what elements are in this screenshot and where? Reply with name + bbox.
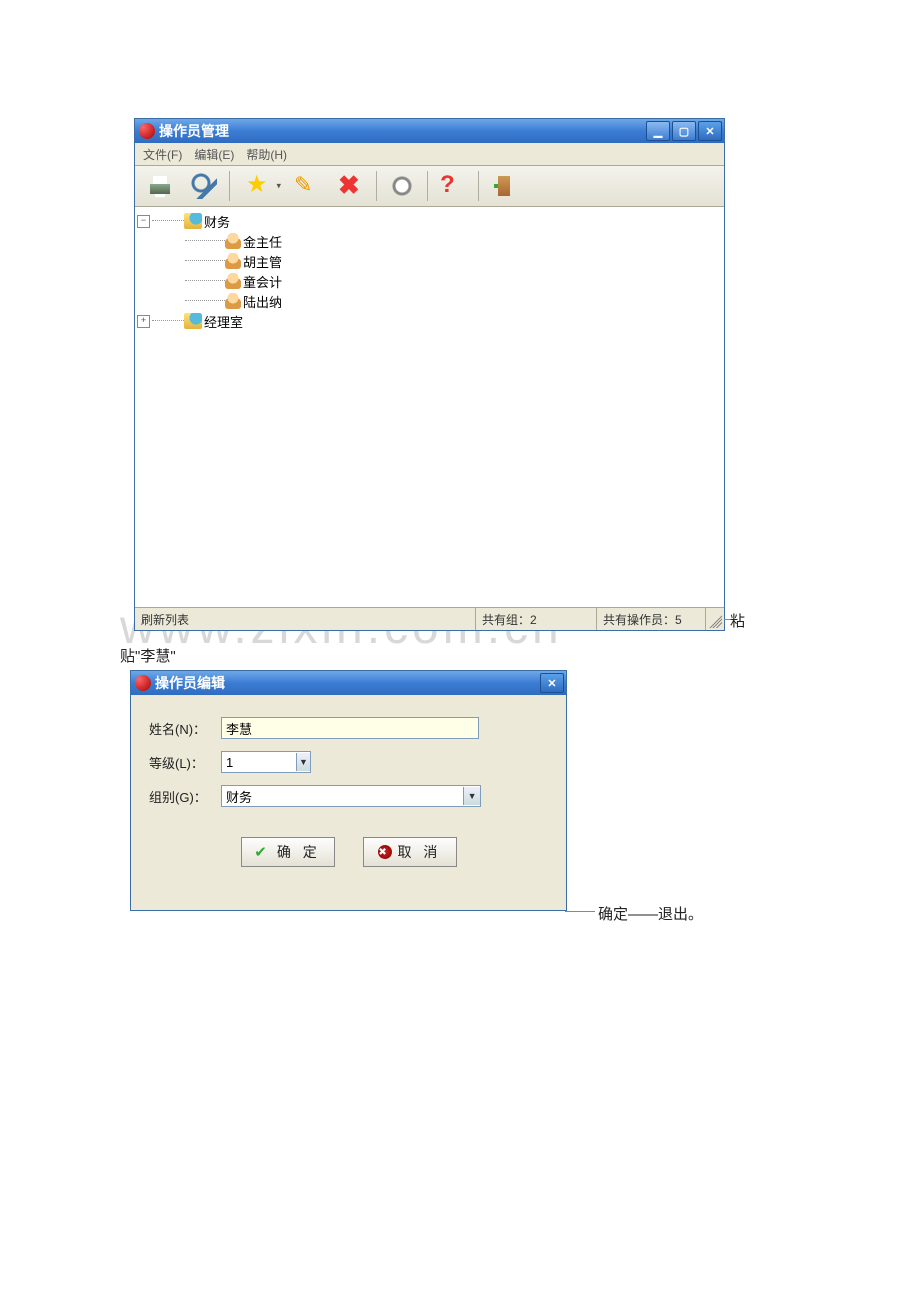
stop-icon: ✖ xyxy=(378,845,392,859)
tree-label: 财务 xyxy=(204,212,230,231)
tree-label: 经理室 xyxy=(204,312,243,331)
tree-node-user[interactable]: 金主任 xyxy=(137,231,722,251)
cancel-button-label: 取 消 xyxy=(398,842,442,862)
group-input[interactable] xyxy=(222,787,463,805)
collapse-icon[interactable]: − xyxy=(137,215,150,228)
person-icon xyxy=(225,253,241,269)
toolbar-help-button[interactable]: ? xyxy=(432,167,474,205)
statusbar: 刷新列表 共有组：2 共有操作员：5 xyxy=(135,607,724,630)
tree-connector xyxy=(152,220,184,222)
menu-edit[interactable]: 编辑(E) xyxy=(188,144,240,165)
toolbar-separator xyxy=(427,171,428,201)
expand-icon[interactable]: + xyxy=(137,315,150,328)
tree-view[interactable]: − 财务 金主任 xyxy=(135,207,724,607)
status-groups: 共有组：2 xyxy=(476,608,597,630)
person-icon xyxy=(225,293,241,309)
group-combobox[interactable]: ▼ xyxy=(221,785,481,807)
tree-connector xyxy=(185,240,225,242)
search-icon xyxy=(191,173,217,199)
status-operators: 共有操作员：5 xyxy=(597,608,706,630)
close-button[interactable]: ✕ xyxy=(540,673,564,693)
app-icon xyxy=(135,675,151,691)
ok-button-label: 确 定 xyxy=(277,842,321,862)
app-icon xyxy=(139,123,155,139)
ok-button[interactable]: ✔ 确 定 xyxy=(241,837,335,867)
minimize-button[interactable]: ▁ xyxy=(646,121,670,141)
toolbar-new-button[interactable]: ★▾ xyxy=(234,167,284,205)
tree-node-manager-office[interactable]: + 经理室 xyxy=(137,311,722,331)
toolbar-separator xyxy=(229,171,230,201)
operator-edit-dialog: 操作员编辑 ✕ 姓名(N)： 等级(L)： ▼ 组别(G)： xyxy=(130,670,567,911)
toolbar-exit-button[interactable] xyxy=(483,167,525,205)
group-label: 组别(G)： xyxy=(149,787,221,806)
name-input[interactable] xyxy=(221,717,479,739)
toolbar-view-button[interactable] xyxy=(381,167,423,205)
tree-label: 陆出纳 xyxy=(243,292,282,311)
menu-help[interactable]: 帮助(H) xyxy=(240,144,293,165)
toolbar-search-button[interactable] xyxy=(183,167,225,205)
win2-titlebar[interactable]: 操作员编辑 ✕ xyxy=(131,671,566,695)
status-refresh[interactable]: 刷新列表 xyxy=(135,608,476,630)
watch-icon xyxy=(389,173,415,199)
chevron-down-icon[interactable]: ▼ xyxy=(296,753,310,771)
tree-node-finance[interactable]: − 财务 xyxy=(137,211,722,231)
help-icon: ? xyxy=(440,173,466,199)
tree-label: 童会计 xyxy=(243,272,282,291)
menu-file[interactable]: 文件(F) xyxy=(137,144,188,165)
print-icon xyxy=(147,173,173,199)
toolbar-separator xyxy=(478,171,479,201)
tree-connector xyxy=(185,280,225,282)
tree-node-user[interactable]: 胡主管 xyxy=(137,251,722,271)
menubar: 文件(F) 编辑(E) 帮助(H) xyxy=(135,143,724,166)
tree-connector xyxy=(185,300,225,302)
person-icon xyxy=(225,273,241,289)
form-body: 姓名(N)： 等级(L)： ▼ 组别(G)： ▼ ✔ xyxy=(131,695,566,910)
tree-label: 胡主管 xyxy=(243,252,282,271)
annotation-ok-exit: 确定——退出。 xyxy=(598,903,703,924)
person-icon xyxy=(225,233,241,249)
toolbar: ★▾ ✎ ✖ ? xyxy=(135,166,724,207)
maximize-button[interactable]: ▢ xyxy=(672,121,696,141)
annotation-paste-b: 贴"李慧" xyxy=(120,645,176,666)
name-label: 姓名(N)： xyxy=(149,719,221,738)
annotation-paste-a: 粘 xyxy=(730,610,745,631)
folder-icon xyxy=(184,313,202,329)
tree-connector xyxy=(185,260,225,262)
toolbar-separator xyxy=(376,171,377,201)
resize-grip-icon[interactable] xyxy=(706,612,722,628)
toolbar-delete-button[interactable]: ✖ xyxy=(330,167,372,205)
tree-node-user[interactable]: 陆出纳 xyxy=(137,291,722,311)
operator-management-window: 操作员管理 ▁ ▢ ✕ 文件(F) 编辑(E) 帮助(H) ★▾ ✎ ✖ ? xyxy=(134,118,725,631)
tree-connector xyxy=(152,320,184,322)
tree-node-user[interactable]: 童会计 xyxy=(137,271,722,291)
folder-icon xyxy=(184,213,202,229)
tree-label: 金主任 xyxy=(243,232,282,251)
toolbar-edit-button[interactable]: ✎ xyxy=(286,167,328,205)
check-icon: ✔ xyxy=(254,843,271,861)
annotation-connector xyxy=(565,911,595,912)
toolbar-print-button[interactable] xyxy=(139,167,181,205)
chevron-down-icon[interactable]: ▼ xyxy=(463,787,480,805)
win2-title: 操作员编辑 xyxy=(155,673,540,693)
star-icon: ★ xyxy=(246,173,272,199)
level-label: 等级(L)： xyxy=(149,753,221,772)
delete-icon: ✖ xyxy=(338,173,364,199)
win1-titlebar[interactable]: 操作员管理 ▁ ▢ ✕ xyxy=(135,119,724,143)
exit-icon xyxy=(491,173,517,199)
level-input[interactable] xyxy=(222,753,296,771)
dropdown-arrow-icon[interactable]: ▾ xyxy=(276,181,281,192)
level-combobox[interactable]: ▼ xyxy=(221,751,311,773)
close-button[interactable]: ✕ xyxy=(698,121,722,141)
cancel-button[interactable]: ✖ 取 消 xyxy=(363,837,457,867)
pencil-icon: ✎ xyxy=(294,173,320,199)
win1-title: 操作员管理 xyxy=(159,121,646,141)
